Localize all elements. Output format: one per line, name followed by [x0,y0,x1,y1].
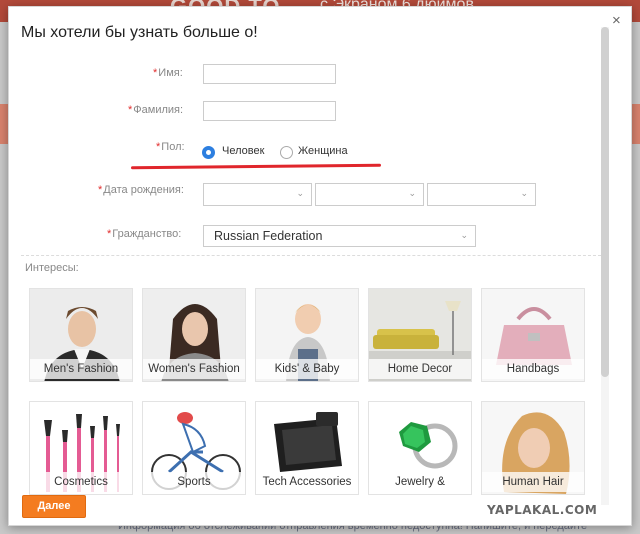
last-name-label: *Фамилия: [128,104,184,116]
tile-label: Kids' & Baby [256,359,358,379]
citizenship-value: Russian Federation [214,229,323,243]
tile-label: Handbags [482,359,584,379]
tile-label: Tech Accessories [256,472,358,492]
interest-tile-handbags[interactable]: Handbags [481,288,585,382]
background-strip-left [0,104,8,144]
interest-tile-womens-fashion[interactable]: Women's Fashion [142,288,246,382]
birth-month-select[interactable]: ⌄ [315,183,424,206]
next-button[interactable]: Далее [22,495,86,518]
gender-option-female-label: Женщина [298,145,348,157]
first-name-field[interactable] [203,64,336,84]
chevron-down-icon: ⌄ [520,188,528,198]
tile-label: Cosmetics [30,472,132,492]
interests-label: Интересы: [25,262,79,274]
annotation-underline [130,163,382,170]
interest-tile-home-decor[interactable]: Home Decor [368,288,472,382]
last-name-field[interactable] [203,101,336,121]
interests-modal: Мы хотели бы узнать больше о! × *Имя: *Ф… [8,6,632,526]
birth-day-select[interactable]: ⌄ [203,183,312,206]
birthdate-label: *Дата рождения: [98,184,184,196]
close-icon[interactable]: × [612,12,621,29]
tile-label: Home Decor [369,359,471,379]
interest-tile-mens-fashion[interactable]: Men's Fashion [29,288,133,382]
tile-label: Men's Fashion [30,359,132,379]
gender-radio-female[interactable] [280,146,293,159]
gender-option-male-label: Человек [222,145,265,157]
interest-tile-kids-baby[interactable]: Kids' & Baby [255,288,359,382]
tile-label: Women's Fashion [143,359,245,379]
gender-radio-male[interactable] [202,146,215,159]
chevron-down-icon: ⌄ [460,230,468,240]
citizenship-label: *Гражданство: [107,228,182,240]
interest-tile-jewelry[interactable]: Jewelry & [368,401,472,495]
chevron-down-icon: ⌄ [296,188,304,198]
tile-label: Jewelry & [369,472,471,492]
chevron-down-icon: ⌄ [408,188,416,198]
first-name-label: *Имя: [153,67,183,79]
section-divider [21,255,601,256]
interest-tile-cosmetics[interactable]: Cosmetics [29,401,133,495]
tile-label: Sports [143,472,245,492]
interest-tile-human-hair[interactable]: Human Hair [481,401,585,495]
gender-label: *Пол: [156,141,185,153]
tile-label: Human Hair [482,472,584,492]
scrollbar-thumb[interactable] [601,27,609,377]
modal-title: Мы хотели бы узнать больше о! [21,24,258,41]
interest-tile-sports[interactable]: Sports [142,401,246,495]
citizenship-select[interactable]: Russian Federation ⌄ [203,225,476,247]
watermark: YAPLAKAL.COM [487,503,598,517]
interest-tile-tech-accessories[interactable]: Tech Accessories [255,401,359,495]
birth-year-select[interactable]: ⌄ [427,183,536,206]
